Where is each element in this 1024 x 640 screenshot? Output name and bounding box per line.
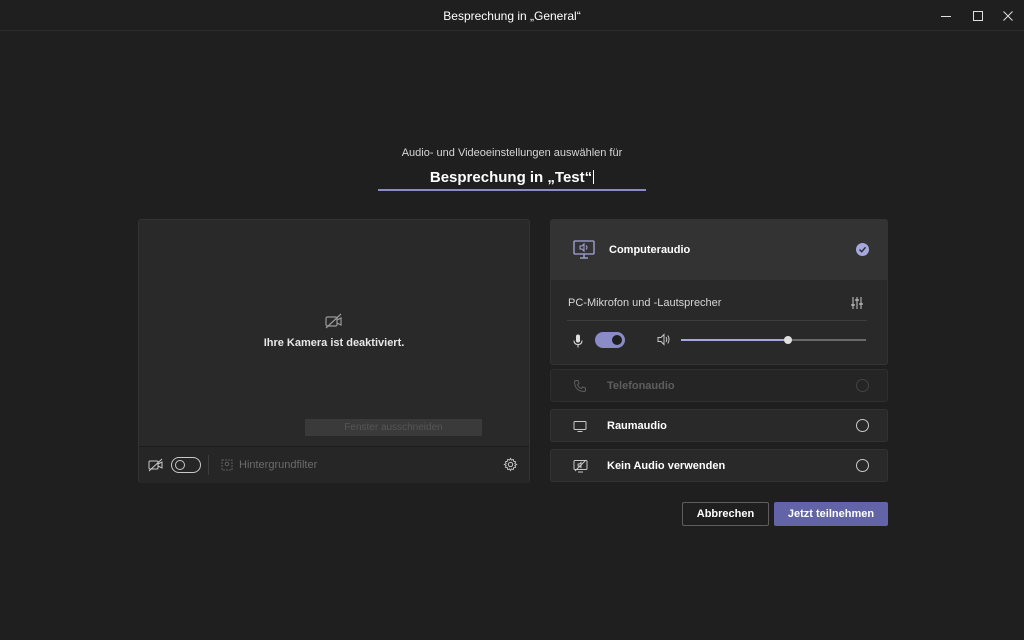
divider <box>208 455 209 475</box>
camera-toggle[interactable] <box>171 457 201 473</box>
computer-audio-card[interactable]: Computeraudio PC-Mikrofon und -Lautsprec… <box>550 219 888 365</box>
minimize-button[interactable] <box>928 0 964 31</box>
room-display-icon <box>573 421 587 432</box>
title-bar: Besprechung in „General“ <box>0 0 1024 31</box>
divider <box>567 320 867 321</box>
phone-audio-option: Telefonaudio <box>550 369 888 402</box>
no-audio-option[interactable]: Kein Audio verwenden <box>550 449 888 482</box>
volume-fill <box>681 339 789 341</box>
toggle-knob <box>612 335 622 345</box>
settings-subtitle: Audio- und Videoeinstellungen auswählen … <box>401 147 623 159</box>
gear-icon[interactable] <box>503 457 518 472</box>
close-icon <box>1003 10 1013 21</box>
speaker-icon <box>657 333 670 346</box>
meeting-name-text: Besprechung in „Test“ <box>429 169 593 186</box>
toggle-knob <box>175 460 185 470</box>
video-controls-bar: Hintergrundfilter <box>139 446 529 483</box>
meeting-name-field[interactable]: Besprechung in „Test“ <box>378 166 646 191</box>
device-settings-icon[interactable] <box>850 296 864 310</box>
selected-check-icon <box>856 243 869 256</box>
no-audio-radio[interactable] <box>856 459 869 472</box>
camera-disabled-text: Ihre Kamera ist deaktiviert. <box>263 337 405 349</box>
minimize-icon <box>941 15 951 17</box>
phone-audio-label: Telefonaudio <box>607 380 675 392</box>
no-audio-label: Kein Audio verwenden <box>607 460 726 472</box>
no-audio-icon <box>573 459 588 473</box>
close-button[interactable] <box>990 0 1024 31</box>
camera-off-icon <box>148 458 163 472</box>
computer-audio-header[interactable]: Computeraudio <box>551 220 887 280</box>
window-title: Besprechung in „General“ <box>443 9 581 23</box>
maximize-icon <box>973 10 983 21</box>
video-preview-panel: Ihre Kamera ist deaktiviert. Fenster aus… <box>138 219 530 483</box>
audio-device-label: PC-Mikrofon und -Lautsprecher <box>568 297 722 309</box>
camera-off-icon <box>325 313 342 329</box>
microphone-icon <box>573 334 583 348</box>
background-filter-button[interactable]: Hintergrundfilter <box>239 459 317 471</box>
microphone-toggle[interactable] <box>595 332 625 348</box>
phone-audio-radio <box>856 379 869 392</box>
background-filter-icon <box>221 459 233 471</box>
room-audio-label: Raumaudio <box>607 420 667 432</box>
crop-window-button: Fenster ausschneiden <box>305 419 482 436</box>
room-audio-radio[interactable] <box>856 419 869 432</box>
video-preview-area: Ihre Kamera ist deaktiviert. Fenster aus… <box>139 220 529 446</box>
join-now-button[interactable]: Jetzt teilnehmen <box>774 502 888 526</box>
volume-slider[interactable] <box>681 336 866 344</box>
computer-audio-label: Computeraudio <box>609 244 691 256</box>
cancel-button[interactable]: Abbrechen <box>682 502 769 526</box>
computer-audio-icon <box>573 240 595 259</box>
phone-icon <box>573 380 586 393</box>
text-caret <box>593 170 595 184</box>
volume-thumb[interactable] <box>784 336 793 344</box>
room-audio-option[interactable]: Raumaudio <box>550 409 888 442</box>
